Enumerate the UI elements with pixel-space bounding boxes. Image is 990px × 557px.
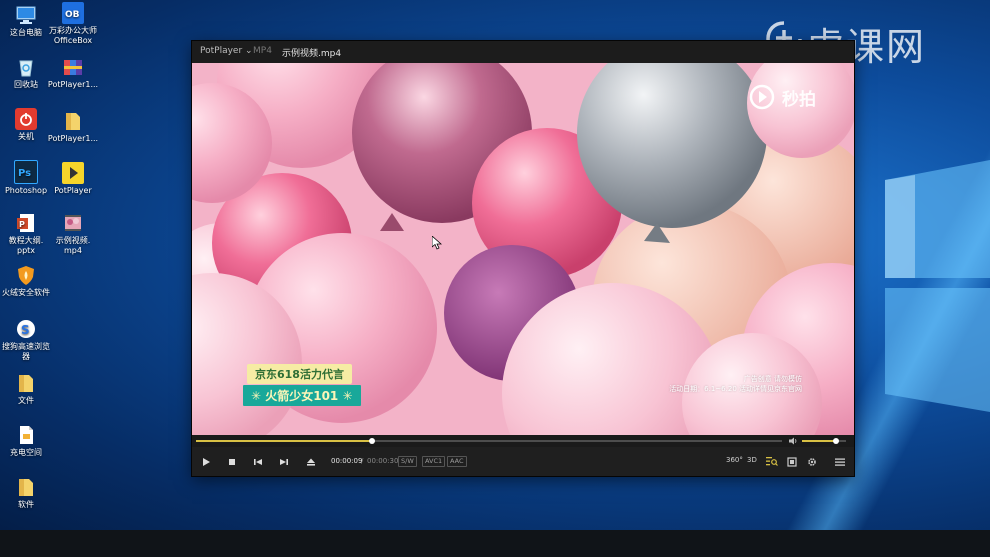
pptx-file-icon: P xyxy=(15,212,37,234)
potplayer-menu-button[interactable]: PotPlayer ⌄ xyxy=(200,46,253,56)
potplayer-window[interactable]: PotPlayer ⌄ MP4 示例视频.mp4 秒拍 京东618活力代言 ✳ … xyxy=(192,41,854,476)
officebox-icon: OB xyxy=(62,2,84,24)
current-time: 00:00:09 xyxy=(331,457,363,465)
control-bar: 00:00:09 / 00:00:30 S/W AVC1 AAC 360° 3D xyxy=(192,447,854,476)
hamburger-menu-icon xyxy=(835,458,845,466)
desktop-icon-files-folder[interactable]: 文件 xyxy=(0,372,52,406)
sogou-browser-icon: S xyxy=(15,318,37,340)
promo-line-2: ✳ 火箭少女101 ✳ xyxy=(243,385,361,406)
ad-disclaimer: 广告创意 请勿模仿 活动日期：6.1~6.20 活动详情见京东官网 xyxy=(669,374,802,394)
total-time: 00:00:30 xyxy=(367,457,399,465)
svg-text:OB: OB xyxy=(65,10,80,20)
svg-text:S: S xyxy=(21,323,30,337)
desktop-icon-pptx-outline[interactable]: P 教程大纲. pptx xyxy=(0,212,52,256)
desktop-icon-photoshop[interactable]: Ps Photoshop xyxy=(0,160,52,196)
screen-mode-icon xyxy=(787,456,797,467)
3d-button[interactable]: 3D xyxy=(747,456,757,464)
seek-row xyxy=(192,435,854,447)
decoder-tag[interactable]: S/W xyxy=(398,456,417,467)
desktop-background: 这台电脑 OB 万彩办公大师 OfficeBox 回收站 PotPlayer1.… xyxy=(0,0,990,530)
taskbar[interactable] xyxy=(0,530,990,557)
play-icon xyxy=(203,457,210,466)
playlist-menu-button[interactable] xyxy=(827,447,853,476)
desktop-icon-this-pc[interactable]: 这台电脑 xyxy=(0,4,52,38)
volume-handle[interactable] xyxy=(833,438,840,444)
settings-button[interactable] xyxy=(799,447,825,476)
seek-bar[interactable] xyxy=(196,438,782,444)
video-file-icon xyxy=(62,212,84,234)
svg-text:Ps: Ps xyxy=(18,168,31,179)
subtitle-search-icon xyxy=(766,457,778,466)
stop-button[interactable] xyxy=(219,447,245,476)
vr-360-button[interactable]: 360° xyxy=(726,456,743,464)
zip-archive-icon xyxy=(62,56,84,78)
power-icon xyxy=(15,108,37,130)
folder-icon xyxy=(15,476,37,498)
previous-icon xyxy=(254,458,262,465)
volume-slider[interactable] xyxy=(802,438,846,444)
format-label: MP4 xyxy=(253,46,272,56)
promo-banner: 京东618活力代言 ✳ 火箭少女101 ✳ xyxy=(243,363,361,406)
potplayer-icon xyxy=(62,162,84,184)
miaopai-watermark: 秒拍 xyxy=(748,81,844,110)
video-frame[interactable]: 秒拍 京东618活力代言 ✳ 火箭少女101 ✳ 广告创意 请勿模仿 活动日期：… xyxy=(192,63,854,435)
eject-icon xyxy=(307,458,315,466)
folder-icon xyxy=(62,110,84,132)
speaker-icon[interactable] xyxy=(788,436,798,446)
desktop-icon-sample-video[interactable]: 示例视频. mp4 xyxy=(47,212,99,256)
computer-icon xyxy=(15,4,37,26)
next-icon xyxy=(280,458,288,465)
mouse-cursor-icon xyxy=(432,236,442,250)
desktop-icon-shutdown[interactable]: 关机 xyxy=(0,108,52,142)
miaopai-logo-icon xyxy=(749,84,775,110)
seek-progress-fill xyxy=(196,440,372,442)
desktop-icon-potplayer-folder[interactable]: PotPlayer1... xyxy=(47,110,99,144)
time-separator: / xyxy=(361,457,364,465)
previous-button[interactable] xyxy=(245,447,271,476)
desktop-icon-potplayer[interactable]: PotPlayer xyxy=(47,162,99,196)
player-titlebar[interactable]: PotPlayer ⌄ MP4 示例视频.mp4 xyxy=(192,41,854,63)
desktop-icon-sogou-browser[interactable]: S 搜狗高速浏览 器 xyxy=(0,318,52,362)
audio-codec-tag[interactable]: AAC xyxy=(447,456,467,467)
video-codec-tag[interactable]: AVC1 xyxy=(422,456,446,467)
photoshop-icon: Ps xyxy=(14,160,38,184)
desktop-icon-software-folder[interactable]: 软件 xyxy=(0,476,52,510)
desktop-icon-huorong[interactable]: 火绒安全软件 xyxy=(0,264,52,298)
windows-logo-icon xyxy=(885,160,990,412)
volume-fill xyxy=(802,440,837,442)
eject-button[interactable] xyxy=(298,447,324,476)
stop-icon xyxy=(229,458,235,465)
desktop-icon-recycle-bin[interactable]: 回收站 xyxy=(0,56,52,90)
desktop-icon-officebox[interactable]: OB 万彩办公大师 OfficeBox xyxy=(47,2,99,46)
next-button[interactable] xyxy=(271,447,297,476)
desktop-icon-potplayer-zip[interactable]: PotPlayer1... xyxy=(47,56,99,90)
play-button[interactable] xyxy=(193,447,219,476)
document-file-icon xyxy=(15,424,37,446)
ad-line-1: 广告创意 请勿模仿 xyxy=(743,375,802,383)
folder-icon xyxy=(15,372,37,394)
svg-text:P: P xyxy=(19,220,25,229)
promo-line-1: 京东618活力代言 xyxy=(247,364,352,384)
file-title: 示例视频.mp4 xyxy=(282,49,342,59)
huorong-shield-icon xyxy=(15,264,37,286)
seek-handle[interactable] xyxy=(368,438,375,444)
recycle-bin-icon xyxy=(15,56,37,78)
ad-line-2: 活动日期：6.1~6.20 活动详情见京东官网 xyxy=(669,385,802,393)
desktop-icon-charging-space[interactable]: 充电空间 xyxy=(0,424,52,458)
gear-icon xyxy=(808,457,816,466)
